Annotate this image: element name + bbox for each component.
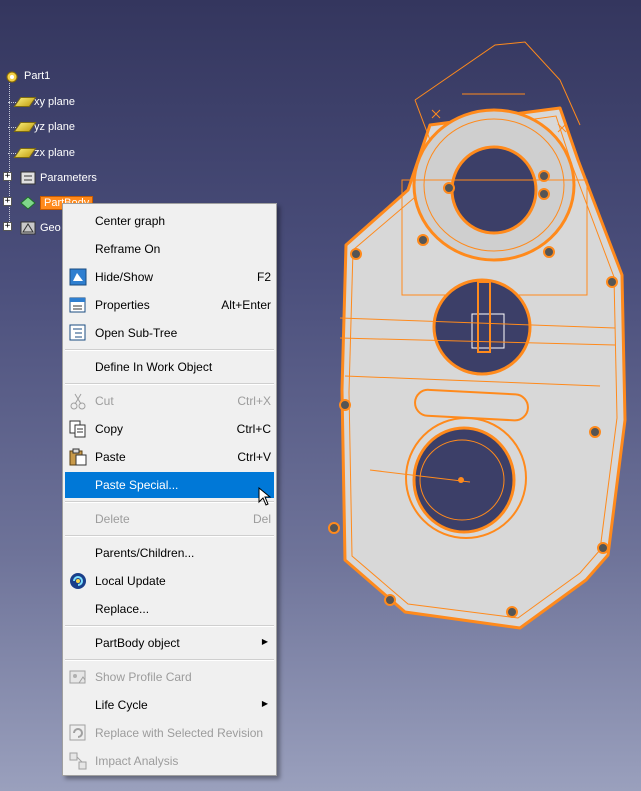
tree-node-label: xy plane [34,96,75,108]
gear-icon [4,69,20,83]
geometrical-set-icon [20,221,36,235]
menu-separator [65,383,274,385]
menu-item-properties[interactable]: Properties Alt+Enter [63,292,276,318]
expand-icon[interactable]: + [3,172,12,181]
mouse-pointer-icon [258,487,272,506]
menu-item-partbody-object[interactable]: PartBody object ▶ [63,630,276,656]
profile-card-icon [69,668,89,686]
revision-icon [69,724,89,742]
menu-separator [65,659,274,661]
tree-node-xy-plane[interactable]: xy plane [8,92,75,112]
tree-node-label: zx plane [34,147,75,159]
plane-icon [13,95,37,109]
context-menu: Center graph Reframe On Hide/Show F2 Pro… [62,203,277,776]
plane-icon [13,146,37,160]
menu-item-impact-analysis[interactable]: Impact Analysis [63,748,276,774]
menu-item-cut[interactable]: Cut Ctrl+X [63,388,276,414]
menu-item-show-profile-card[interactable]: Show Profile Card [63,664,276,690]
menu-item-replace-with-selected-revision[interactable]: Replace with Selected Revision [63,720,276,746]
menu-separator [65,625,274,627]
menu-item-local-update[interactable]: Local Update [63,568,276,594]
scissors-icon [69,392,89,410]
tree-connector-line [9,80,10,230]
menu-item-paste[interactable]: Paste Ctrl+V [63,444,276,470]
paste-icon [69,448,89,466]
local-update-icon [69,572,89,590]
menu-separator [65,349,274,351]
3d-viewport[interactable]: Part1 xy plane yz plane zx plane + Param… [0,0,641,791]
impact-analysis-icon [69,752,89,770]
tree-node-yz-plane[interactable]: yz plane [8,117,75,137]
tree-node-parameters[interactable]: Parameters [20,168,97,188]
tree-node-label: Parameters [40,172,97,184]
menu-item-life-cycle[interactable]: Life Cycle ▶ [63,692,276,718]
partbody-icon [20,196,36,210]
hide-show-icon [69,268,89,286]
tree-node-zx-plane[interactable]: zx plane [8,143,75,163]
parameters-icon [20,171,36,185]
menu-separator [65,535,274,537]
menu-item-copy[interactable]: Copy Ctrl+C [63,416,276,442]
tree-node-label: yz plane [34,121,75,133]
tree-node-geometrical-set[interactable]: Geo [20,218,61,238]
copy-icon [69,420,89,438]
tree-node-part1[interactable]: Part1 [4,66,50,86]
menu-item-define-in-work-object[interactable]: Define In Work Object [63,354,276,380]
menu-item-center-graph[interactable]: Center graph [63,208,276,234]
expand-icon[interactable]: + [3,197,12,206]
menu-item-open-sub-tree[interactable]: Open Sub-Tree [63,320,276,346]
menu-item-replace[interactable]: Replace... [63,596,276,622]
tree-node-label: Part1 [24,70,51,82]
properties-icon [69,296,89,314]
submenu-arrow-icon: ▶ [261,637,268,646]
plane-icon [13,120,37,134]
menu-item-hide-show[interactable]: Hide/Show F2 [63,264,276,290]
menu-separator [65,501,274,503]
menu-item-reframe-on[interactable]: Reframe On [63,236,276,262]
menu-item-parents-children[interactable]: Parents/Children... [63,540,276,566]
sub-tree-icon [69,324,89,342]
menu-item-delete[interactable]: Delete Del [63,506,276,532]
submenu-arrow-icon: ▶ [261,699,268,708]
menu-item-paste-special[interactable]: Paste Special... [65,472,274,498]
tree-node-label: Geo [40,222,61,234]
expand-icon[interactable]: + [3,222,12,231]
